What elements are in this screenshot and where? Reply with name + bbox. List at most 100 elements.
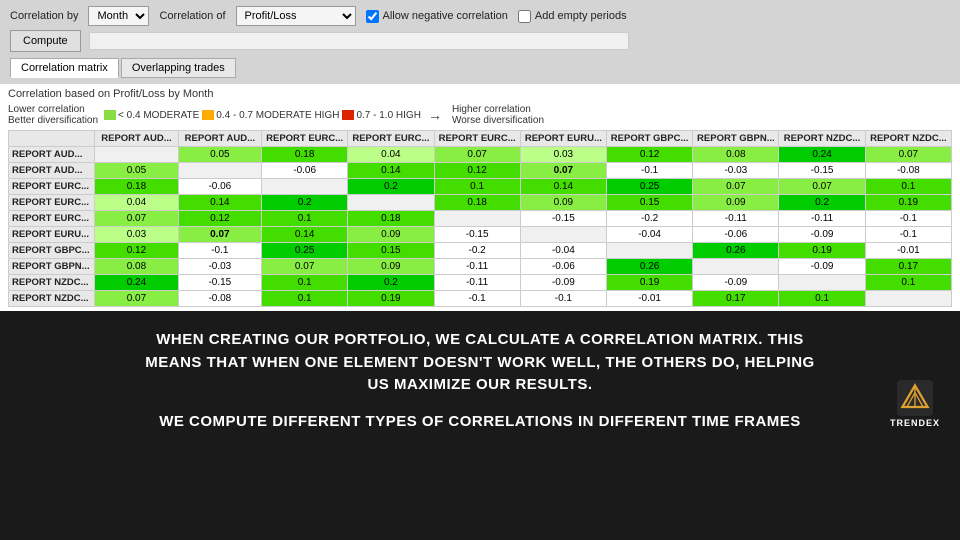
cell-3-3 [348,195,434,211]
cell-3-0: 0.04 [95,195,178,211]
cell-7-0: 0.08 [95,259,178,275]
correlation-by-select[interactable]: Month [88,6,149,26]
cell-0-6: 0.12 [606,147,692,163]
trendex-icon [897,380,933,416]
legend-label-moderate: < 0.4 MODERATE [118,110,199,121]
cell-4-1: 0.12 [178,211,261,227]
legend-bar: < 0.4 MODERATE 0.4 - 0.7 MODERATE HIGH 0… [104,107,446,123]
header-empty [9,131,95,147]
correlation-matrix-table: REPORT AUD... REPORT AUD... REPORT EURC.… [8,130,952,307]
header-col-0: REPORT AUD... [95,131,178,147]
add-empty-checkbox[interactable] [518,10,531,23]
compute-row: Compute [10,30,950,52]
cell-3-6: 0.15 [606,195,692,211]
cell-1-5: 0.07 [520,163,606,179]
cell-3-8: 0.2 [779,195,865,211]
table-header-row: REPORT AUD... REPORT AUD... REPORT EURC.… [9,131,952,147]
cell-6-9: -0.01 [865,243,951,259]
matrix-area: Correlation based on Profit/Loss by Mont… [0,84,960,311]
cell-2-8: 0.07 [779,179,865,195]
cell-9-3: 0.19 [348,291,434,307]
legend-item-moderate: < 0.4 MODERATE [104,110,199,121]
cell-0-4: 0.07 [434,147,520,163]
worse-label: Worse diversification [452,115,544,126]
row-header-7: REPORT GBPN... [9,259,95,275]
cell-5-6: -0.04 [606,227,692,243]
cell-4-0: 0.07 [95,211,178,227]
table-row: REPORT GBPC...0.12-0.10.250.15-0.2-0.040… [9,243,952,259]
cell-6-0: 0.12 [95,243,178,259]
cell-7-7 [693,259,779,275]
cell-3-4: 0.18 [434,195,520,211]
cell-0-0 [95,147,178,163]
allow-negative-checkbox[interactable] [366,10,379,23]
cell-5-9: -0.1 [865,227,951,243]
cell-1-1 [178,163,261,179]
cell-9-4: -0.1 [434,291,520,307]
cell-1-4: 0.12 [434,163,520,179]
cell-8-7: -0.09 [693,275,779,291]
cell-5-1: 0.07 [178,227,261,243]
cell-1-7: -0.03 [693,163,779,179]
cell-4-5: -0.15 [520,211,606,227]
add-empty-label: Add empty periods [535,10,627,22]
cell-5-8: -0.09 [779,227,865,243]
bottom-section: WHEN CREATING OUR PORTFOLIO, WE CALCULAT… [0,311,960,440]
table-row: REPORT AUD...0.050.180.040.070.030.120.0… [9,147,952,163]
cell-5-3: 0.09 [348,227,434,243]
row-header-4: REPORT EURC... [9,211,95,227]
allow-negative-label: Allow negative correlation [383,10,508,22]
row-header-2: REPORT EURC... [9,179,95,195]
header-col-9: REPORT NZDC... [865,131,951,147]
cell-2-9: 0.1 [865,179,951,195]
table-row: REPORT NZDC...0.24-0.150.10.2-0.11-0.090… [9,275,952,291]
legend-right-text: Higher correlation Worse diversification [452,104,544,126]
table-row: REPORT EURC...0.040.140.20.180.090.150.0… [9,195,952,211]
tab-correlation-matrix[interactable]: Correlation matrix [10,58,119,78]
correlation-of-select[interactable]: Profit/Loss [236,6,356,26]
top-panel: Correlation by Month Correlation of Prof… [0,0,960,84]
legend-row: Lower correlation Better diversification… [8,104,952,126]
correlation-by-label: Correlation by [10,10,78,22]
cell-5-7: -0.06 [693,227,779,243]
progress-bar [89,32,629,50]
cell-4-9: -0.1 [865,211,951,227]
cell-4-3: 0.18 [348,211,434,227]
cell-3-1: 0.14 [178,195,261,211]
cell-9-1: -0.08 [178,291,261,307]
cell-1-9: -0.08 [865,163,951,179]
cell-5-4: -0.15 [434,227,520,243]
cell-5-0: 0.03 [95,227,178,243]
cell-7-8: -0.09 [779,259,865,275]
legend-box-moderate-high [202,110,214,120]
header-col-7: REPORT GBPN... [693,131,779,147]
cell-7-2: 0.07 [262,259,348,275]
cell-1-6: -0.1 [606,163,692,179]
compute-button[interactable]: Compute [10,30,81,52]
cell-8-5: -0.09 [520,275,606,291]
legend-item-moderate-high: 0.4 - 0.7 MODERATE HIGH [202,110,339,121]
lower-label: Lower correlation [8,104,98,115]
cell-0-7: 0.08 [693,147,779,163]
cell-8-3: 0.2 [348,275,434,291]
header-col-1: REPORT AUD... [178,131,261,147]
cell-0-9: 0.07 [865,147,951,163]
table-row: REPORT EURC...0.070.120.10.18-0.15-0.2-0… [9,211,952,227]
table-row: REPORT AUD...0.05-0.060.140.120.07-0.1-0… [9,163,952,179]
cell-5-5 [520,227,606,243]
legend-label-moderate-high: 0.4 - 0.7 MODERATE HIGH [216,110,339,121]
cell-4-7: -0.11 [693,211,779,227]
tab-overlapping-trades[interactable]: Overlapping trades [121,58,236,78]
cell-6-3: 0.15 [348,243,434,259]
header-col-6: REPORT GBPC... [606,131,692,147]
cell-9-2: 0.1 [262,291,348,307]
cell-4-4 [434,211,520,227]
cell-9-8: 0.1 [779,291,865,307]
cell-9-6: -0.01 [606,291,692,307]
cell-0-1: 0.05 [178,147,261,163]
legend-item-high: 0.7 - 1.0 HIGH [342,110,420,121]
cell-6-5: -0.04 [520,243,606,259]
cell-8-6: 0.19 [606,275,692,291]
row-header-8: REPORT NZDC... [9,275,95,291]
arrow-icon: → [428,107,442,123]
